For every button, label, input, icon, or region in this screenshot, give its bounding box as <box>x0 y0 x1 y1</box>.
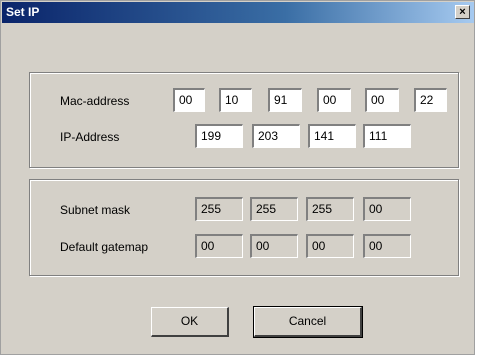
mac-octet-4[interactable]: 00 <box>317 88 351 112</box>
gateway-octet-4: 00 <box>363 234 411 258</box>
set-ip-dialog: Set IP × Mac-address 00 10 91 00 00 22 I… <box>0 0 475 355</box>
mask-octet-2: 255 <box>250 197 298 221</box>
subnet-group <box>29 179 459 276</box>
subnet-mask-label: Subnet mask <box>60 203 131 217</box>
ip-octet-3[interactable]: 141 <box>308 124 356 148</box>
close-icon: × <box>459 6 466 18</box>
mask-octet-3: 255 <box>306 197 354 221</box>
mac-octet-2[interactable]: 10 <box>219 88 252 112</box>
mac-octet-3[interactable]: 91 <box>268 88 302 112</box>
mac-address-label: Mac-address <box>60 94 130 108</box>
ok-button[interactable]: OK <box>151 307 229 337</box>
cancel-button[interactable]: Cancel <box>253 306 363 338</box>
default-gateway-label: Default gatemap <box>60 240 149 254</box>
title-bar[interactable]: Set IP × <box>2 2 474 23</box>
mask-octet-4: 00 <box>363 197 411 221</box>
mac-octet-1[interactable]: 00 <box>173 88 205 112</box>
gateway-octet-3: 00 <box>306 234 354 258</box>
mask-octet-1: 255 <box>195 197 243 221</box>
ip-octet-1[interactable]: 199 <box>195 124 243 148</box>
ip-address-label: IP-Address <box>60 130 120 144</box>
ip-octet-2[interactable]: 203 <box>252 124 300 148</box>
gateway-octet-2: 00 <box>250 234 298 258</box>
address-group <box>29 72 459 168</box>
window-title: Set IP <box>6 5 40 19</box>
close-button[interactable]: × <box>455 5 470 19</box>
mac-octet-6[interactable]: 22 <box>414 88 447 112</box>
gateway-octet-1: 00 <box>195 234 243 258</box>
ip-octet-4[interactable]: 111 <box>363 124 411 148</box>
mac-octet-5[interactable]: 00 <box>365 88 399 112</box>
